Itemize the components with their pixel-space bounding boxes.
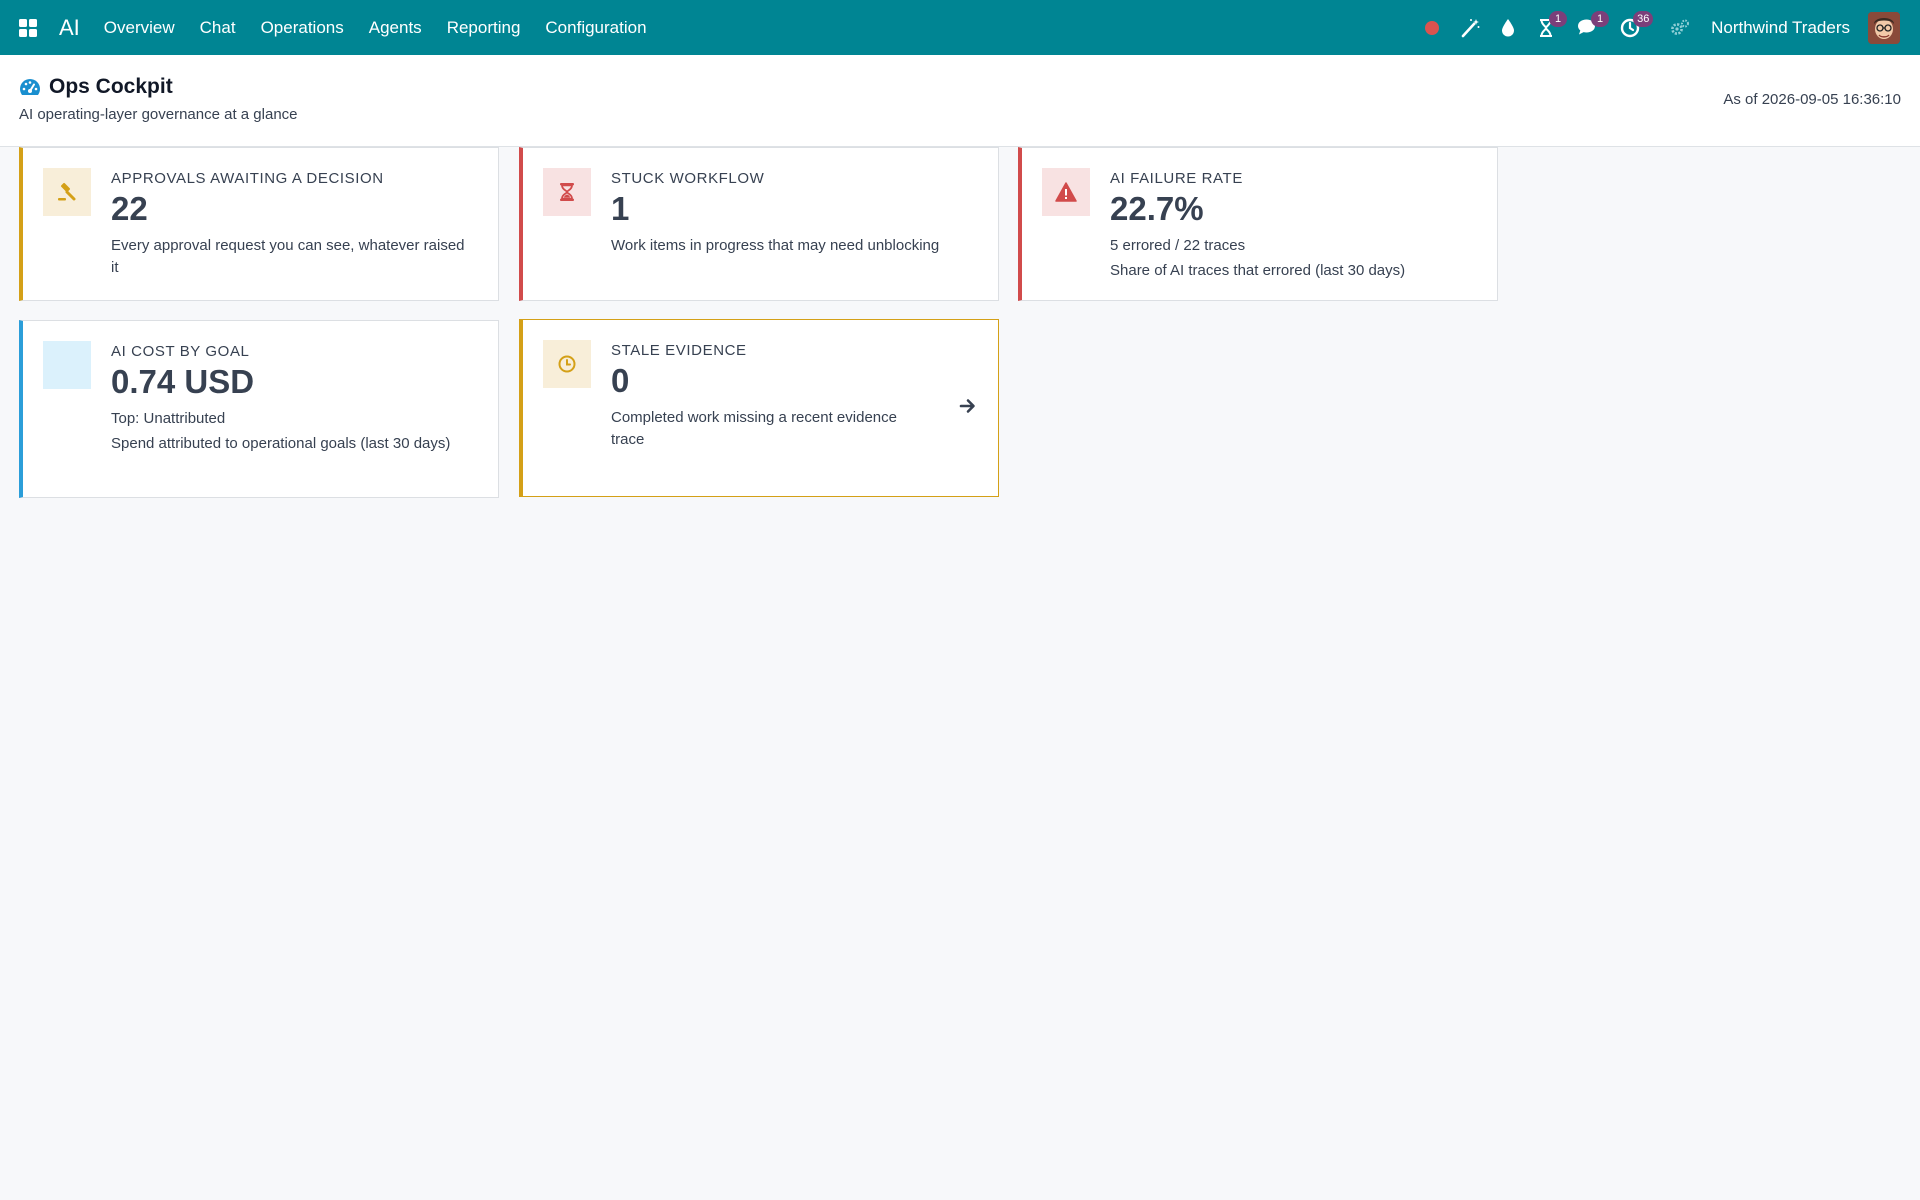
card-sub-value: 5 errored / 22 traces	[1110, 237, 1246, 254]
menu-agents[interactable]: Agents	[369, 18, 422, 38]
card-icon-box	[543, 340, 591, 388]
stuck-workflow-card[interactable]: Stuck workflow 1 Work items in progress …	[519, 147, 999, 301]
systray: 1 1 36 Northwind Traders	[1413, 0, 1920, 55]
card-value: 0.74 USD	[111, 363, 255, 400]
user-avatar-icon	[1868, 11, 1900, 44]
card-label: AI failure rate	[1110, 170, 1243, 187]
stale-evidence-card[interactable]: Stale evidence 0 Completed work missing …	[519, 319, 999, 497]
card-value: 0	[611, 362, 630, 399]
card-icon-box	[43, 168, 91, 216]
card-body: Stale evidence 0 Completed work missing …	[611, 342, 918, 451]
activity-badge: 1	[1549, 11, 1568, 27]
drop-button[interactable]	[1489, 0, 1527, 55]
menu-reporting[interactable]: Reporting	[447, 18, 521, 38]
drop-icon	[1502, 19, 1515, 37]
menu-configuration[interactable]: Configuration	[545, 18, 646, 38]
card-body: Stuck workflow 1 Work items in progress …	[611, 170, 968, 257]
top-navbar: AI Overview Chat Operations Agents Repor…	[0, 0, 1920, 55]
card-detail: Spend attributed to operational goals (l…	[111, 435, 451, 452]
blank-icon	[43, 341, 91, 389]
card-label: AI cost by goal	[111, 343, 250, 360]
as-of-timestamp: As of 2026-09-05 16:36:10	[1723, 91, 1901, 108]
card-detail: Share of AI traces that errored (last 30…	[1110, 262, 1406, 279]
card-label: Stuck workflow	[611, 170, 765, 187]
ai-cost-by-goal-card[interactable]: AI cost by goal 0.74 USD Top: Unattribut…	[19, 320, 499, 498]
clock-button[interactable]: 36	[1611, 0, 1654, 55]
page-title: Ops Cockpit	[49, 75, 173, 98]
activity-button[interactable]: 1	[1527, 0, 1568, 55]
card-icon-box	[543, 168, 591, 216]
gears-icon	[1671, 19, 1690, 35]
ai-failure-rate-card[interactable]: AI failure rate 22.7% 5 errored / 22 tra…	[1018, 147, 1498, 301]
title-row: Ops Cockpit	[19, 75, 173, 99]
page-subtitle: AI operating-layer governance at a glanc…	[19, 106, 298, 123]
card-label: Stale evidence	[611, 342, 747, 359]
record-button[interactable]	[1413, 0, 1451, 55]
company-name[interactable]: Northwind Traders	[1711, 18, 1850, 38]
apps-menu-button[interactable]	[0, 0, 55, 55]
hourglass-icon	[560, 183, 574, 201]
arrow-right-icon	[959, 399, 975, 413]
menu-operations[interactable]: Operations	[261, 18, 344, 38]
clock-badge: 36	[1633, 11, 1654, 27]
approvals-card[interactable]: Approvals awaiting a decision 22 Every a…	[19, 147, 499, 301]
card-value: 22.7%	[1110, 190, 1204, 227]
record-dot-icon	[1425, 20, 1440, 35]
card-value: 22	[111, 190, 148, 227]
menu-chat[interactable]: Chat	[200, 18, 236, 38]
main-menu: Overview Chat Operations Agents Reportin…	[104, 0, 672, 55]
card-label: Approvals awaiting a decision	[111, 170, 384, 187]
card-body: Approvals awaiting a decision 22 Every a…	[111, 170, 468, 279]
card-body: AI failure rate 22.7% 5 errored / 22 tra…	[1110, 170, 1467, 282]
card-icon-box	[1042, 168, 1090, 216]
gavel-icon	[58, 182, 76, 201]
avatar[interactable]	[1868, 11, 1900, 44]
company-switch-button[interactable]	[1661, 0, 1699, 55]
page-header: Ops Cockpit AI operating-layer governanc…	[0, 55, 1920, 147]
menu-overview[interactable]: Overview	[104, 18, 175, 38]
card-body: AI cost by goal 0.74 USD Top: Unattribut…	[111, 343, 468, 455]
dashboard-gauge-icon	[20, 79, 40, 95]
clock-icon	[558, 355, 576, 373]
open-arrow-button[interactable]	[958, 396, 978, 416]
warning-icon	[1055, 182, 1077, 202]
card-detail: Work items in progress that may need unb…	[611, 237, 940, 254]
magic-wand-icon	[1461, 18, 1480, 37]
messages-button[interactable]: 1	[1569, 0, 1610, 55]
messages-badge: 1	[1591, 11, 1610, 27]
card-detail: Every approval request you can see, what…	[111, 237, 465, 276]
card-sub-value: Top: Unattributed	[111, 410, 226, 427]
app-name[interactable]: AI	[59, 15, 80, 41]
grid-icon	[18, 18, 37, 37]
magic-wand-button[interactable]	[1451, 0, 1489, 55]
card-value: 1	[611, 190, 630, 227]
card-detail: Completed work missing a recent evidence…	[611, 409, 897, 448]
